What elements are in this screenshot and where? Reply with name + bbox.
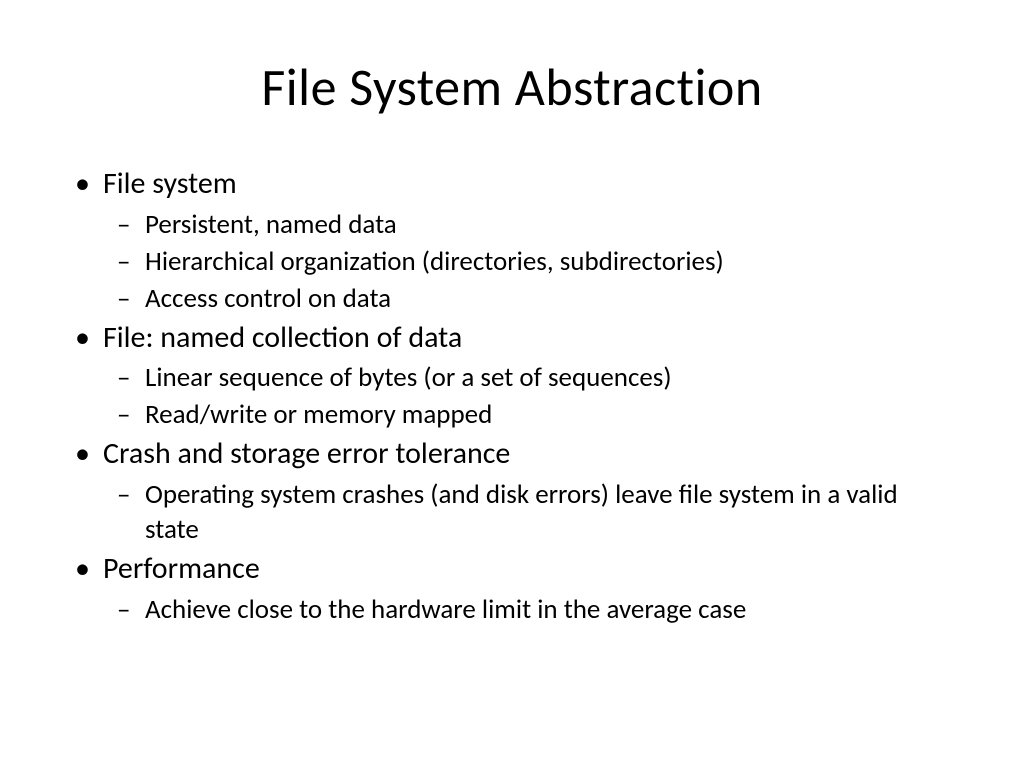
list-item: File system Persistent, named data Hiera… xyxy=(103,164,949,316)
list-item: Access control on data xyxy=(145,281,949,316)
sub-bullet-list: Achieve close to the hardware limit in t… xyxy=(103,592,949,627)
bullet-text: Performance xyxy=(103,550,260,587)
bullet-text: File: named collection of data xyxy=(103,319,462,356)
list-item: Crash and storage error tolerance Operat… xyxy=(103,434,949,547)
list-item: Operating system crashes (and disk error… xyxy=(145,477,949,547)
list-item: Linear sequence of bytes (or a set of se… xyxy=(145,360,949,395)
sub-bullet-list: Linear sequence of bytes (or a set of se… xyxy=(103,360,949,432)
sub-bullet-list: Persistent, named data Hierarchical orga… xyxy=(103,207,949,316)
list-item: Hierarchical organization (directories, … xyxy=(145,244,949,279)
list-item: Achieve close to the hardware limit in t… xyxy=(145,592,949,627)
list-item: Persistent, named data xyxy=(145,207,949,242)
bullet-text: File system xyxy=(103,165,237,202)
bullet-text: Crash and storage error tolerance xyxy=(103,435,510,472)
list-item: File: named collection of data Linear se… xyxy=(103,318,949,433)
list-item: Performance Achieve close to the hardwar… xyxy=(103,549,949,627)
sub-bullet-list: Operating system crashes (and disk error… xyxy=(103,477,949,547)
slide-title: File System Abstraction xyxy=(75,55,949,119)
bullet-list: File system Persistent, named data Hiera… xyxy=(75,164,949,627)
list-item: Read/write or memory mapped xyxy=(145,397,949,432)
